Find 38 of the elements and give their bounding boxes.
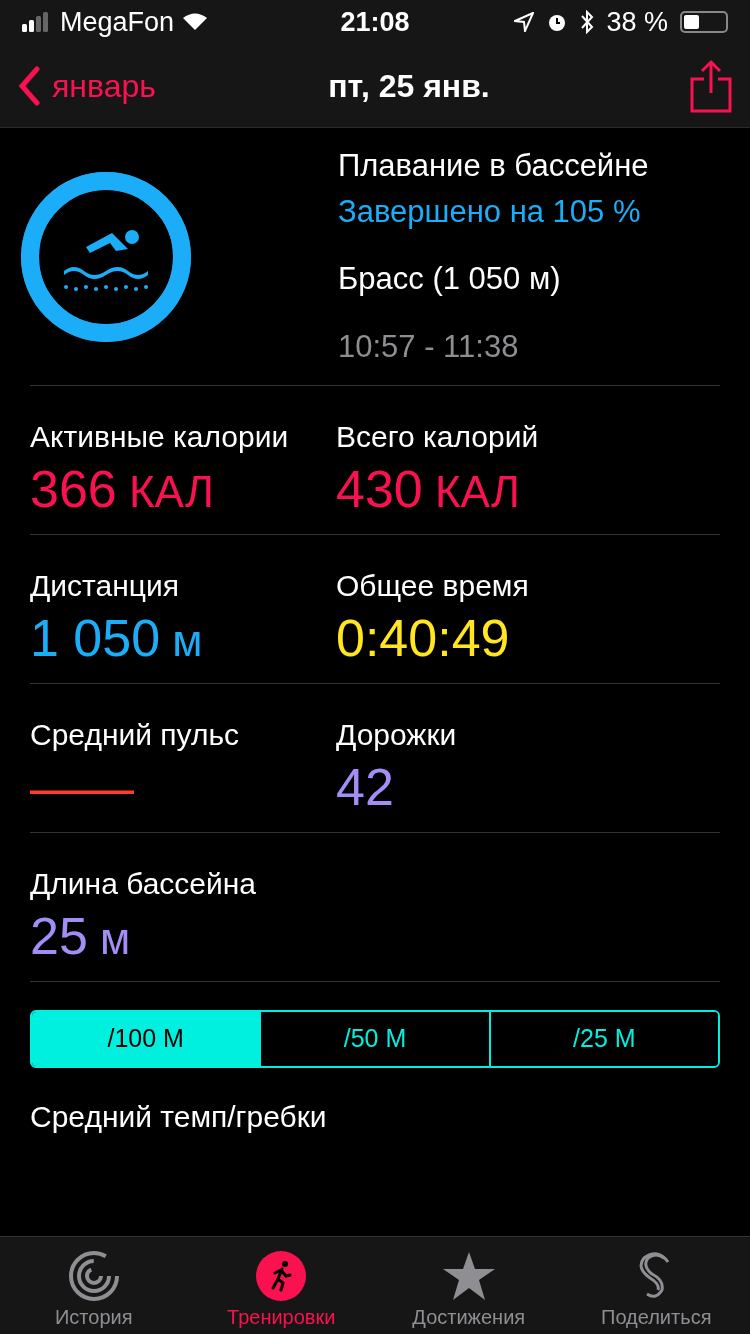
metric-label: Длина бассейна bbox=[30, 866, 258, 902]
battery-percent: 38 % bbox=[606, 5, 668, 39]
nav-title: пт, 25 янв. bbox=[327, 66, 491, 106]
metric-label: Общее время bbox=[336, 568, 530, 604]
metric-value: 25 м bbox=[30, 906, 132, 967]
location-arrow-icon bbox=[514, 12, 535, 32]
clock-time: 21:08 bbox=[340, 5, 410, 39]
segment-tab[interactable]: /25 М bbox=[488, 1012, 718, 1066]
metric-label: Дистанция bbox=[30, 568, 180, 604]
bluetooth-icon bbox=[580, 10, 595, 34]
section-title: Средний темп/гребки bbox=[30, 1099, 328, 1135]
runner-icon bbox=[255, 1250, 308, 1302]
battery-icon bbox=[680, 11, 728, 33]
metric-value: 366 КАЛ bbox=[30, 459, 215, 520]
wifi-icon bbox=[182, 12, 209, 32]
stroke-distance: Брасс (1 050 м) bbox=[338, 259, 562, 298]
tab-bar-item[interactable]: Достижения bbox=[375, 1237, 563, 1334]
chevron-left-icon bbox=[18, 65, 40, 106]
back-button[interactable]: январь bbox=[18, 61, 218, 110]
metric-value: —— bbox=[30, 757, 135, 817]
metric-value: 1 050 м bbox=[30, 608, 204, 669]
metric-value: 0:40:49 bbox=[336, 608, 511, 668]
tab-bar-item[interactable]: Поделиться bbox=[562, 1237, 750, 1334]
completion-text: Завершено на 105 % bbox=[338, 193, 642, 231]
metric-value: 42 bbox=[336, 757, 395, 817]
metric-value: 430 КАЛ bbox=[336, 459, 521, 520]
segment-tab[interactable]: /100 М bbox=[32, 1012, 260, 1066]
tab-bar-item[interactable]: История bbox=[0, 1237, 188, 1334]
tab-bar-item[interactable]: Тренировки bbox=[187, 1237, 375, 1334]
share-icon[interactable] bbox=[690, 58, 732, 113]
metric-label: Всего калорий bbox=[336, 419, 540, 455]
metric-label: Дорожки bbox=[336, 717, 458, 753]
time-range: 10:57 - 11:38 bbox=[338, 328, 520, 366]
metric-label: Активные калории bbox=[30, 419, 290, 455]
carrier-name: MegaFon bbox=[60, 5, 175, 39]
workout-title: Плавание в бассейне bbox=[338, 146, 649, 185]
rings-icon bbox=[67, 1250, 120, 1302]
metric-label: Средний пульс bbox=[30, 717, 241, 753]
